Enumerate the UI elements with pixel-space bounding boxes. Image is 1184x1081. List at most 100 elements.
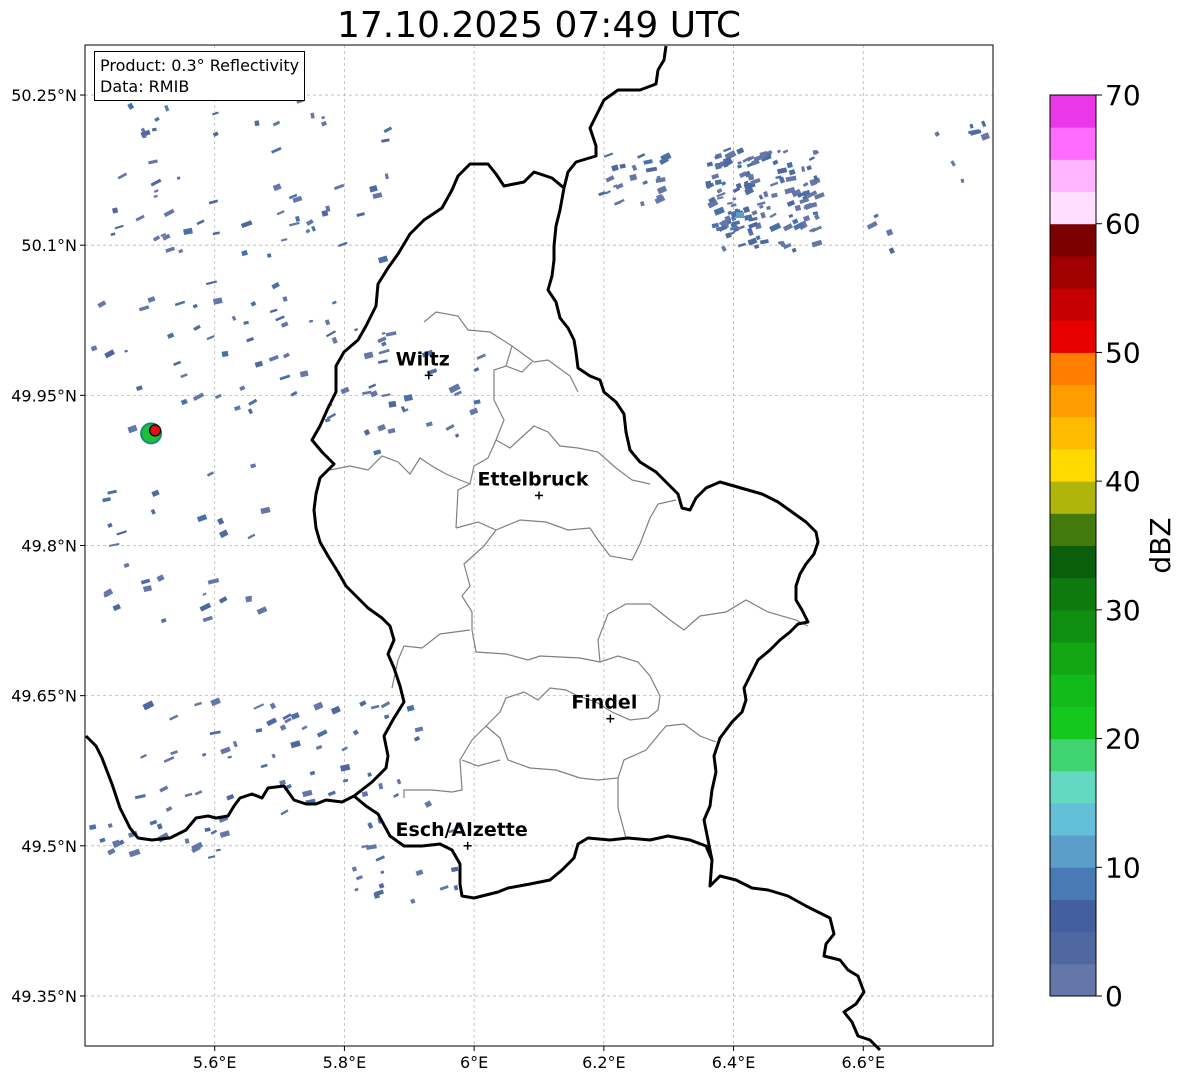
echo-pixel [290,390,298,397]
echo-pixel [325,330,337,338]
echo-pixel [204,827,211,833]
echo-pixel [414,726,424,733]
echo-pixel [377,423,386,432]
colorbar-tick-label: 70 [1105,79,1141,112]
echo-pixel [359,700,367,707]
echo-pixel [383,126,393,134]
echo-pixel [107,847,116,856]
echo-pixel [714,179,722,186]
echo-pixel [184,838,190,844]
y-tick-label: 50.25°N [11,86,77,105]
echo-pixel [160,618,167,624]
echo-pixel [388,400,397,408]
echo-pixel [769,222,782,233]
echo-pixel [217,517,225,526]
colorbar-segment [1050,127,1096,160]
echo-pixel [282,352,290,359]
echo-pixel [321,115,325,120]
echo-pixel [240,220,253,229]
echo-pixel [713,206,725,216]
echo-pixel [788,169,796,176]
echo-pixel [178,248,184,254]
colorbar-segment [1050,545,1096,579]
echo-pixel [271,753,276,759]
colorbar-segment [1050,416,1096,450]
echo-pixel [888,247,895,255]
echo-pixel [271,146,282,154]
echo-pixel [324,319,331,326]
echo-pixel [705,180,712,187]
echo-pixel [311,225,316,232]
echo-pixel [111,207,119,214]
echo-pixel [337,241,348,248]
echo-pixel [721,245,727,252]
echo-pixel [794,204,802,212]
x-tick-label: 6.2°E [582,1053,626,1072]
latitude-tick-labels: 50.25°N 50.1°N 49.95°N 49.8°N 49.65°N 49.5°N 4… [11,86,85,1006]
echo-pixel [772,159,779,166]
echo-pixel [209,730,221,736]
echo-pixel [243,320,249,325]
echo-pixel [598,191,606,197]
echo-pixel [980,120,987,128]
echo-pixel [183,227,193,236]
echo-pixel [205,280,218,286]
echo-pixel [254,360,264,368]
echo-pixel [801,166,806,172]
echo-pixel [760,211,766,219]
echo-pixel [791,218,799,225]
colorbar-segment [1050,288,1096,321]
y-tick-label: 50.1°N [21,236,77,255]
echo-pixel [166,332,175,339]
colorbar-segment [1050,931,1096,965]
echo-pixel [192,392,205,402]
echo-pixel [950,160,956,167]
echo-pixel [219,830,231,838]
echo-pixel [280,809,289,816]
echo-pixel [737,160,742,165]
echo-pixel [153,189,159,194]
echo-pixel [272,183,282,192]
echo-pixel [196,219,205,226]
echo-pixel [776,149,781,154]
colorbar: 0 10 20 30 40 50 60 70 dBZ [1049,79,1177,1013]
city-label: Findel [571,692,637,714]
echo-pixel [127,424,138,434]
colorbar-segment [1050,867,1096,900]
echo-pixel [128,848,141,858]
echo-pixel [355,875,363,881]
echo-pixel [450,866,459,873]
echo-pixel [747,237,758,246]
echo-pixel [164,104,170,112]
x-tick-label: 5.8°E [323,1053,367,1072]
echo-pixel [873,213,879,219]
echo-pixel [737,242,747,248]
echo-pixel [194,701,202,707]
echo-pixel [711,173,720,180]
echo-pixel [247,408,254,415]
echo-pixel [148,159,158,165]
x-tick-label: 6.4°E [712,1053,756,1072]
echo-pixel [367,772,372,777]
product-info-box: Product: 0.3° Reflectivity Data: RMIB [94,51,306,101]
echo-pixel [210,697,221,707]
echo-pixel [290,712,300,720]
echo-pixel [143,585,152,593]
echo-pixel [127,102,135,110]
echo-pixel [272,120,281,127]
echo-pixel [381,138,390,143]
echo-pixel [245,595,253,603]
echo-pixel [751,209,758,216]
radar-site-dot [149,424,162,437]
colorbar-tick-label: 40 [1105,465,1141,498]
echo-pixel [282,296,288,302]
colorbar-segment [1050,513,1096,546]
echo-pixel [362,390,372,396]
echo-pixel [368,383,377,389]
echo-pixel [89,824,97,830]
echo-pixel [327,790,336,797]
echo-pixel [385,331,397,337]
echo-pixel [151,127,157,132]
colorbar-segment [1050,191,1096,225]
x-tick-label: 6.6°E [842,1053,886,1072]
